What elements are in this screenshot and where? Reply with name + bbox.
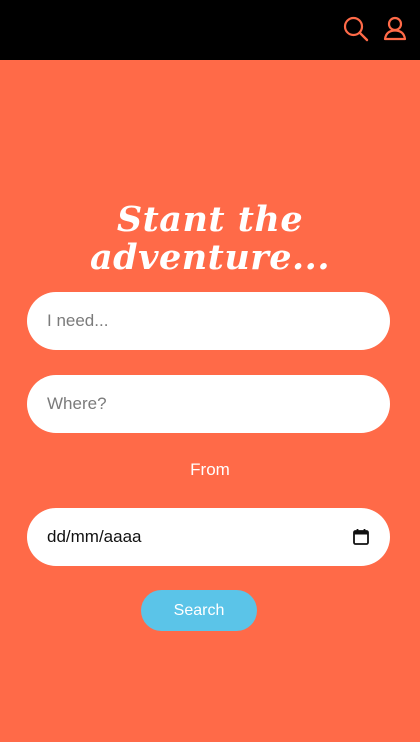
- date-input[interactable]: dd/mm/aaaa: [27, 508, 390, 566]
- search-button[interactable]: Search: [141, 590, 257, 631]
- title-line-2: adventure...: [89, 237, 331, 279]
- date-value: dd/mm/aaaa: [47, 527, 142, 546]
- user-icon[interactable]: [380, 14, 410, 44]
- calendar-icon[interactable]: [352, 528, 370, 546]
- from-label: From: [190, 460, 230, 479]
- page-title: Stant the adventure...: [0, 201, 420, 277]
- search-icon[interactable]: [341, 14, 371, 44]
- where-input[interactable]: [27, 375, 390, 433]
- title-line-1: Stant the: [116, 199, 304, 241]
- top-bar: [0, 0, 420, 60]
- need-input[interactable]: [27, 292, 390, 350]
